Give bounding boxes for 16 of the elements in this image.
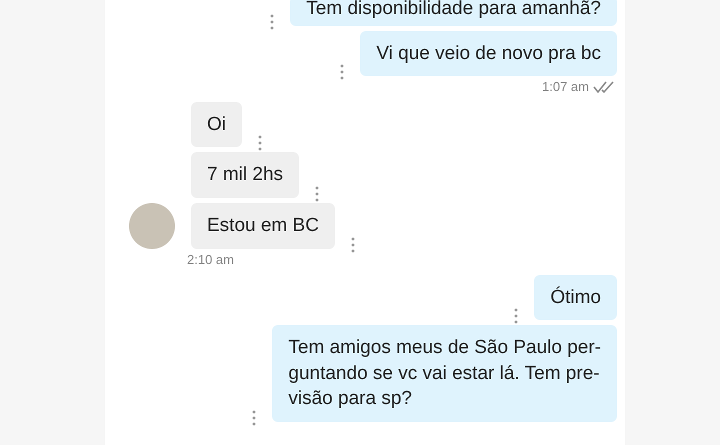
message-bubble: Vi que veio de novo pra bc [360, 30, 617, 76]
message-bubble: Oi [191, 102, 242, 148]
message-bubble: Ótimo [534, 274, 617, 320]
more-options-icon[interactable] [514, 308, 518, 324]
more-options-icon[interactable] [315, 186, 320, 202]
message-bubble: 7 mil 2hs [191, 152, 300, 198]
more-options-icon[interactable] [252, 410, 256, 426]
message-bubble: Tem amigos meus de São Paulo per- guntando se vc vai estar lá. Tem pre- visão para sp? [272, 325, 617, 422]
message-bubble: Tem disponibilidade para amanhã? [290, 0, 617, 26]
more-options-icon[interactable] [258, 135, 262, 152]
timestamp: 1:07 am [542, 78, 589, 96]
more-options-icon[interactable] [270, 14, 274, 30]
more-options-icon[interactable] [340, 64, 344, 80]
more-options-icon[interactable] [350, 237, 355, 254]
timestamp: 2:10 am [187, 251, 234, 270]
message-bubble: Estou em BC [191, 203, 335, 250]
